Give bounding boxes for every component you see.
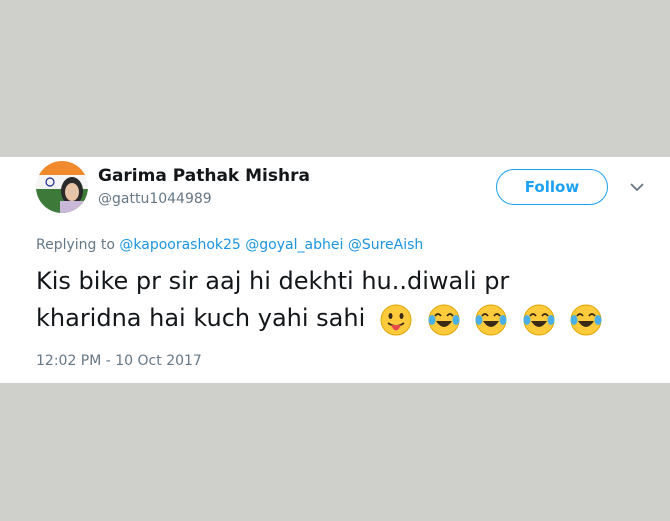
tears-of-joy-icon	[523, 304, 555, 336]
tweet-text: Kis bike pr sir aaj hi dekhti hu..diwali…	[36, 263, 636, 337]
tears-of-joy-icon	[475, 304, 507, 336]
display-name[interactable]: Garima Pathak Mishra	[98, 166, 310, 186]
user-handle[interactable]: @gattu1044989	[98, 191, 212, 207]
face-with-tongue-icon	[380, 304, 412, 336]
emoji-row	[379, 303, 610, 336]
mention-link[interactable]: @goyal_abhei	[245, 237, 343, 253]
timestamp[interactable]: 12:02 PM - 10 Oct 2017	[36, 353, 202, 369]
tears-of-joy-icon	[428, 304, 460, 336]
avatar[interactable]	[36, 161, 88, 213]
chevron-down-icon[interactable]	[628, 180, 646, 194]
replying-to: Replying to @kapoorashok25 @goyal_abhei …	[36, 237, 423, 253]
mention-link[interactable]: @SureAish	[348, 237, 423, 253]
mention-link[interactable]: @kapoorashok25	[119, 237, 240, 253]
tweet-text-line: kharidna hai kuch yahi sahi	[36, 304, 366, 332]
tweet-text-line: Kis bike pr sir aaj hi dekhti hu..diwali…	[36, 267, 510, 295]
follow-button[interactable]: Follow	[496, 169, 608, 205]
tears-of-joy-icon	[570, 304, 602, 336]
replying-label: Replying to	[36, 237, 115, 253]
